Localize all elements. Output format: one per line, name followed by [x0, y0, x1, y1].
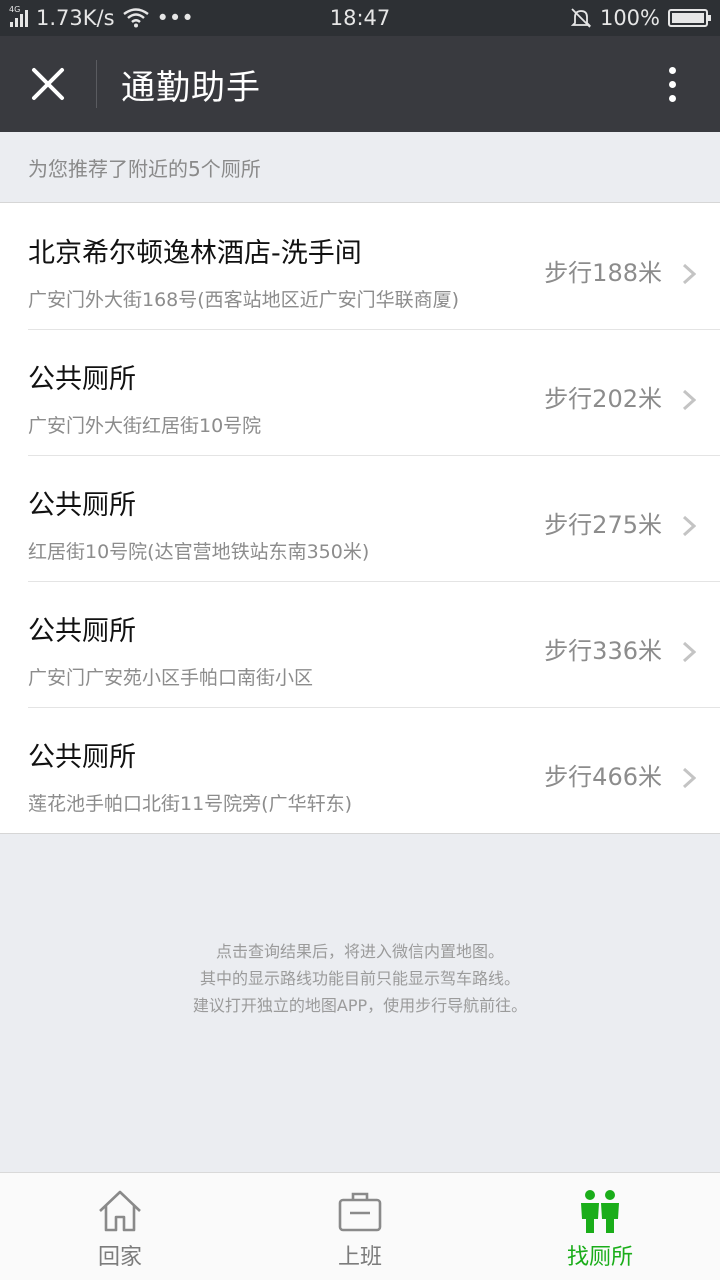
recommend-header: 为您推荐了附近的5个厕所	[0, 132, 720, 203]
battery-icon	[668, 9, 711, 27]
close-button[interactable]	[0, 36, 96, 132]
toilet-address: 广安门外大街红居街10号院	[28, 415, 262, 437]
close-icon	[32, 68, 64, 100]
notice-line: 建议打开独立的地图APP，使用步行导航前往。	[192, 996, 528, 1015]
walking-distance: 步行188米	[544, 259, 662, 287]
toilet-list-item[interactable]: 北京希尔顿逸林酒店-洗手间 广安门外大街168号(西客站地区近广安门华联商厦) …	[0, 203, 720, 329]
tab-label: 回家	[97, 1245, 142, 1270]
notice-line: 其中的显示路线功能目前只能显示驾车路线。	[199, 969, 520, 988]
toilet-list-item[interactable]: 公共厕所 广安门广安苑小区手帕口南街小区 步行336米	[0, 581, 720, 707]
toilet-list: 北京希尔顿逸林酒店-洗手间 广安门外大街168号(西客站地区近广安门华联商厦) …	[0, 203, 720, 834]
briefcase-icon	[338, 1192, 382, 1232]
walking-distance: 步行275米	[544, 511, 662, 539]
toilet-address: 广安门广安苑小区手帕口南街小区	[28, 667, 314, 689]
toilet-name: 公共厕所	[28, 364, 136, 395]
tab-home[interactable]: 回家	[0, 1173, 240, 1280]
page-title: 通勤助手	[121, 67, 261, 108]
bottom-tab-bar: 回家 上班 找厕所	[0, 1172, 720, 1280]
toilet-name: 公共厕所	[28, 742, 136, 773]
tab-label: 找厕所	[566, 1245, 633, 1270]
toilet-name: 公共厕所	[28, 616, 136, 647]
more-dot-icon	[668, 66, 676, 74]
tab-work[interactable]: 上班	[240, 1173, 480, 1280]
toilet-address: 红居街10号院(达官营地铁站东南350米)	[28, 541, 370, 563]
chevron-right-icon	[682, 767, 696, 789]
more-menu-button[interactable]	[648, 60, 696, 108]
walking-distance: 步行202米	[544, 385, 662, 413]
chevron-right-icon	[682, 641, 696, 663]
title-bar: 通勤助手	[0, 36, 720, 132]
walking-distance: 步行466米	[544, 763, 662, 791]
status-bar: 4G 1.73K/s ••• 18:47 100%	[0, 0, 720, 36]
toilet-list-item[interactable]: 公共厕所 莲花池手帕口北街11号院旁(广华轩东) 步行466米	[0, 707, 720, 833]
restroom-icon	[581, 1190, 619, 1233]
title-divider	[96, 60, 97, 108]
tab-label: 上班	[337, 1245, 382, 1270]
more-dot-icon	[668, 94, 676, 102]
tab-find-toilet[interactable]: 找厕所	[480, 1173, 720, 1280]
chevron-right-icon	[682, 389, 696, 411]
chevron-right-icon	[682, 263, 696, 285]
more-dot-icon	[668, 80, 676, 88]
toilet-name: 公共厕所	[28, 490, 136, 521]
wifi-icon	[122, 8, 149, 28]
toilet-address: 广安门外大街168号(西客站地区近广安门华联商厦)	[28, 289, 460, 311]
toilet-list-item[interactable]: 公共厕所 广安门外大街红居街10号院 步行202米	[0, 329, 720, 455]
signal-icon: 4G	[9, 5, 28, 27]
map-notice: 点击查询结果后，将进入微信内置地图。 其中的显示路线功能目前只能显示驾车路线。 …	[0, 938, 720, 1019]
walking-distance: 步行336米	[544, 637, 662, 665]
notice-line: 点击查询结果后，将进入微信内置地图。	[215, 942, 504, 961]
network-type: 4G	[9, 5, 21, 14]
battery-percent: 100%	[599, 6, 660, 30]
chevron-right-icon	[682, 515, 696, 537]
mute-bell-icon	[570, 8, 592, 28]
home-icon	[99, 1190, 141, 1232]
toilet-list-item[interactable]: 公共厕所 红居街10号院(达官营地铁站东南350米) 步行275米	[0, 455, 720, 581]
status-right: 100%	[570, 6, 711, 30]
network-speed: 1.73K/s	[36, 6, 115, 30]
status-left: 4G 1.73K/s •••	[9, 5, 194, 30]
status-more-dots: •••	[156, 6, 194, 30]
toilet-address: 莲花池手帕口北街11号院旁(广华轩东)	[28, 793, 353, 815]
toilet-name: 北京希尔顿逸林酒店-洗手间	[28, 238, 362, 269]
